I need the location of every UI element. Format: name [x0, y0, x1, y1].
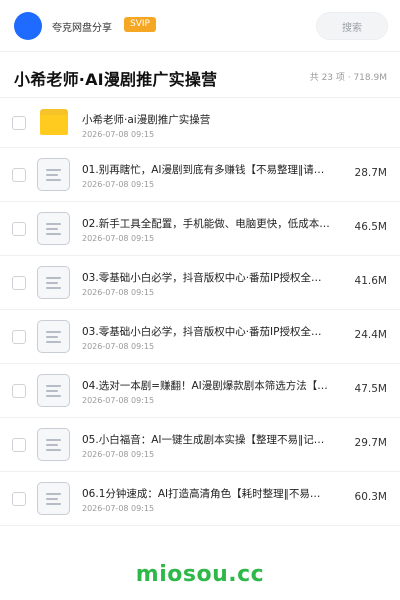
file-date: 2026-07-08 09:15 — [82, 396, 155, 405]
document-icon — [37, 482, 70, 515]
document-icon — [37, 320, 70, 353]
list-item[interactable]: 06.1分钟速成：AI打造高清角色【耗时整理‖不易… 2026-07-08 09… — [0, 472, 400, 526]
document-icon — [37, 212, 70, 245]
file-date: 2026-07-08 09:15 — [82, 234, 155, 243]
file-name[interactable]: 06.1分钟速成：AI打造高清角色【耗时整理‖不易… — [82, 486, 340, 501]
file-date: 2026-07-08 09:15 — [82, 450, 155, 459]
file-date: 2026-07-08 09:15 — [82, 342, 155, 351]
top-bar: 夸克网盘分享 SVIP 搜索 — [0, 0, 400, 52]
file-size: 41.6M — [354, 275, 387, 287]
file-date: 2026-07-08 09:15 — [82, 180, 155, 189]
search-button[interactable]: 搜索 — [316, 12, 388, 40]
avatar[interactable] — [14, 12, 42, 40]
item-checkbox[interactable] — [12, 222, 26, 236]
list-item[interactable]: 小希老师·ai漫剧推广实操营 2026-07-08 09:15 — [0, 98, 400, 148]
list-item[interactable]: 03.零基础小白必学，抖音版权中心·番茄IP授权全… 2026-07-08 09… — [0, 310, 400, 364]
file-name[interactable]: 02.新手工具全配置，手机能做、电脑更快，低成本实… — [82, 216, 340, 231]
share-title: 小希老师·AI漫剧推广实操营 — [14, 70, 218, 89]
document-icon — [37, 158, 70, 191]
file-date: 2026-07-08 09:15 — [82, 504, 155, 513]
file-name[interactable]: 03.零基础小白必学，抖音版权中心·番茄IP授权全… — [82, 324, 340, 339]
file-size: 47.5M — [354, 383, 387, 395]
file-name[interactable]: 05.小白福音：AI一键生成剧本实操【整理不易‖记… — [82, 432, 340, 447]
share-header: 小希老师·AI漫剧推广实操营 共 23 项 · 718.9M — [0, 52, 400, 98]
item-checkbox[interactable] — [12, 276, 26, 290]
item-checkbox[interactable] — [12, 168, 26, 182]
file-name[interactable]: 04.选对一本剧=赚翻！AI漫剧爆款剧本筛选方法【… — [82, 378, 340, 393]
item-checkbox[interactable] — [12, 116, 26, 130]
document-icon — [37, 266, 70, 299]
file-size: 29.7M — [354, 437, 387, 449]
list-item[interactable]: 05.小白福音：AI一键生成剧本实操【整理不易‖记… 2026-07-08 09… — [0, 418, 400, 472]
item-checkbox[interactable] — [12, 438, 26, 452]
search-label: 搜索 — [342, 22, 362, 34]
file-list: 小希老师·ai漫剧推广实操营 2026-07-08 09:15 01.别再瞎忙，… — [0, 98, 400, 526]
list-item[interactable]: 04.选对一本剧=赚翻！AI漫剧爆款剧本筛选方法【… 2026-07-08 09… — [0, 364, 400, 418]
list-item[interactable]: 01.别再瞎忙，AI漫剧到底有多赚钱【不易整理‖请… 2026-07-08 09… — [0, 148, 400, 202]
username: 夸克网盘分享 — [52, 23, 112, 34]
document-icon — [37, 428, 70, 461]
item-checkbox[interactable] — [12, 384, 26, 398]
folder-icon — [40, 109, 68, 135]
file-size: 28.7M — [354, 167, 387, 179]
file-size: 24.4M — [354, 329, 387, 341]
file-name[interactable]: 03.零基础小白必学，抖音版权中心·番茄IP授权全… — [82, 270, 340, 285]
list-item[interactable]: 02.新手工具全配置，手机能做、电脑更快，低成本实… 2026-07-08 09… — [0, 202, 400, 256]
file-name[interactable]: 01.别再瞎忙，AI漫剧到底有多赚钱【不易整理‖请… — [82, 162, 340, 177]
document-icon — [37, 374, 70, 407]
file-date: 2026-07-08 09:15 — [82, 130, 155, 139]
file-date: 2026-07-08 09:15 — [82, 288, 155, 297]
item-checkbox[interactable] — [12, 330, 26, 344]
watermark: miosou.cc — [135, 562, 265, 587]
svip-badge: SVIP — [124, 17, 156, 32]
file-size: 46.5M — [354, 221, 387, 233]
item-checkbox[interactable] — [12, 492, 26, 506]
file-name[interactable]: 小希老师·ai漫剧推广实操营 — [82, 112, 340, 127]
file-size: 60.3M — [354, 491, 387, 503]
share-meta: 共 23 项 · 718.9M — [309, 73, 387, 83]
list-item[interactable]: 03.零基础小白必学，抖音版权中心·番茄IP授权全… 2026-07-08 09… — [0, 256, 400, 310]
